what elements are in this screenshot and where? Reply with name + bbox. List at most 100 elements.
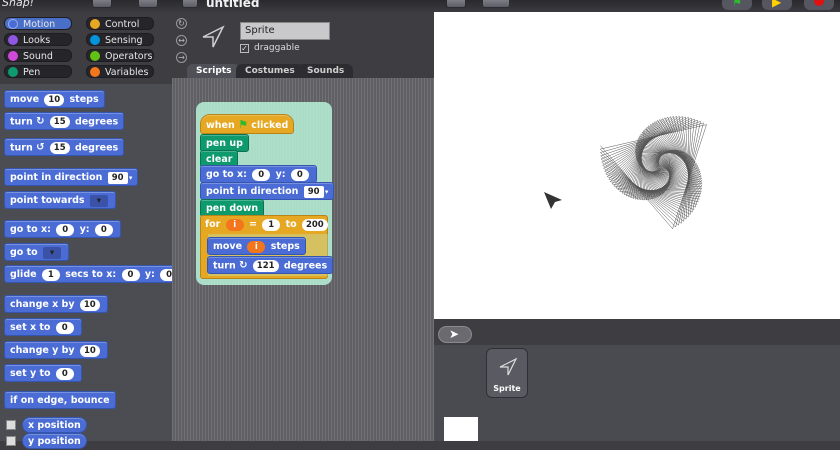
draggable-toggle[interactable]: ✓ draggable (240, 43, 300, 53)
category-looks[interactable]: Looks (4, 33, 72, 46)
point-towards-block[interactable]: point towards ▾ (4, 191, 116, 209)
block-text: if on edge, bounce (10, 395, 110, 406)
snap-logo[interactable]: Snap! (2, 0, 34, 9)
sprite-thumbnail[interactable]: Sprite (486, 348, 528, 398)
y-change-input[interactable]: 10 (79, 344, 100, 357)
block-text: to (285, 219, 297, 230)
rotate-style-lr-icon[interactable]: ↔ (176, 35, 187, 46)
tab-costumes[interactable]: Costumes (236, 64, 304, 79)
tab-scripts[interactable]: Scripts (187, 64, 241, 79)
settings-gear-icon[interactable] (182, 0, 198, 8)
block-text: steps (270, 241, 300, 252)
x-position-checkbox[interactable] (6, 420, 16, 430)
when-flag-clicked-hat[interactable]: when ⚑ clicked (200, 114, 295, 134)
turtle-icon: ➤ (449, 327, 460, 341)
x-input[interactable]: 0 (56, 223, 75, 236)
tab-sounds[interactable]: Sounds (298, 64, 354, 79)
new-project-button[interactable] (92, 0, 112, 8)
category-variables[interactable]: Variables (86, 65, 154, 78)
x-change-input[interactable]: 10 (79, 298, 100, 311)
category-label: Pen (23, 67, 41, 78)
new-sprite-button[interactable]: ➤ (438, 326, 472, 343)
category-pen[interactable]: Pen (4, 65, 72, 78)
category-selector: Motion Control Looks Sensing Sound Opera… (0, 12, 172, 84)
operators-color-dot (90, 51, 100, 61)
category-operators[interactable]: Operators (86, 49, 154, 62)
category-sensing[interactable]: Sensing (86, 33, 154, 46)
turn-counterclockwise-block[interactable]: turn ↺ 15 degrees (4, 138, 125, 156)
x-value-input[interactable]: 0 (55, 321, 74, 334)
secs-input[interactable]: 1 (41, 268, 60, 281)
category-motion[interactable]: Motion (4, 17, 72, 30)
script-point-in-direction-block[interactable]: point in direction 90 ▾ (200, 182, 335, 200)
degrees-input[interactable]: 121 (252, 260, 279, 272)
rotate-style-none-icon[interactable]: → (176, 52, 187, 63)
y-input[interactable]: 0 (94, 223, 113, 236)
y-position-checkbox[interactable] (6, 436, 16, 446)
from-input[interactable]: 1 (262, 218, 281, 231)
change-y-block[interactable]: change y by 10 (4, 341, 108, 359)
y-value-input[interactable]: 0 (55, 367, 74, 380)
glide-block[interactable]: glide 1 secs to x: 0 y: 0 (4, 265, 187, 283)
fullscreen-button[interactable] (482, 0, 510, 8)
steps-input[interactable]: 10 (44, 93, 65, 106)
set-x-block[interactable]: set x to 0 (4, 318, 82, 336)
degrees-input[interactable]: 15 (49, 142, 70, 154)
cloud-button[interactable] (138, 0, 158, 8)
go-to-block[interactable]: go to ▾ (4, 243, 70, 261)
project-title: untitled (206, 0, 260, 10)
stop-button[interactable] (804, 0, 834, 10)
rotate-style-any-icon[interactable]: ↻ (176, 18, 187, 29)
category-sound[interactable]: Sound (4, 49, 72, 62)
block-text: set y to (10, 368, 51, 379)
stage-thumbnail[interactable] (444, 417, 478, 441)
block-text: turn (10, 116, 33, 128)
pause-button[interactable]: ▶ (762, 0, 792, 10)
set-y-block[interactable]: set y to 0 (4, 364, 82, 382)
block-text: for (205, 219, 221, 230)
script-turn-block[interactable]: turn ↻ 121 degrees (207, 256, 334, 274)
direction-dropdown[interactable]: 90 (303, 185, 324, 198)
sprite-name-field[interactable]: Sprite (240, 22, 330, 40)
point-in-direction-block[interactable]: point in direction 90 ▾ (4, 168, 139, 186)
block-text: y: (79, 224, 90, 235)
block-text: glide (10, 269, 37, 280)
green-flag-button[interactable]: ⚑ (722, 0, 752, 10)
stage[interactable] (434, 12, 840, 319)
towards-dropdown[interactable]: ▾ (89, 194, 108, 207)
stage-size-button[interactable] (446, 0, 466, 8)
to-input[interactable]: 200 (301, 218, 328, 231)
script-move-block[interactable]: move i steps (207, 237, 306, 255)
x-input[interactable]: 0 (252, 168, 271, 181)
x-position-reporter[interactable]: x position (22, 417, 87, 433)
move-block[interactable]: move 10 steps (4, 90, 105, 108)
stop-icon (814, 0, 824, 6)
y-position-reporter[interactable]: y position (22, 433, 87, 449)
turn-clockwise-block[interactable]: turn ↻ 15 degrees (4, 112, 125, 130)
block-text: turn (213, 260, 236, 272)
x-input[interactable]: 0 (121, 268, 140, 281)
category-label: Motion (23, 19, 56, 30)
category-label: Sound (23, 51, 53, 62)
block-text: degrees (283, 260, 328, 272)
i-variable-reporter[interactable]: i (247, 240, 266, 253)
degrees-input[interactable]: 15 (49, 116, 70, 128)
change-x-block[interactable]: change x by 10 (4, 295, 108, 313)
sprite-arrow-icon (202, 25, 225, 48)
category-label: Looks (23, 35, 51, 46)
go-to-dropdown[interactable]: ▾ (43, 246, 62, 259)
loop-variable[interactable]: i (225, 218, 244, 231)
draggable-checkbox[interactable]: ✓ (240, 44, 249, 53)
y-input[interactable]: 0 (290, 168, 309, 181)
block-text: x position (28, 420, 81, 431)
direction-dropdown[interactable]: 90 (107, 171, 128, 184)
block-text: point in direction (10, 172, 103, 183)
category-control[interactable]: Control (86, 17, 154, 30)
go-to-xy-block[interactable]: go to x: 0 y: 0 (4, 220, 121, 238)
if-on-edge-bounce-block[interactable]: if on edge, bounce (4, 391, 116, 409)
clockwise-icon: ↻ (239, 260, 248, 271)
block-text: change y by (10, 345, 75, 356)
script-go-to-xy-block[interactable]: go to x: 0 y: 0 (200, 165, 317, 183)
green-flag-icon: ⚑ (238, 118, 248, 131)
pen-color-dot (8, 67, 18, 77)
